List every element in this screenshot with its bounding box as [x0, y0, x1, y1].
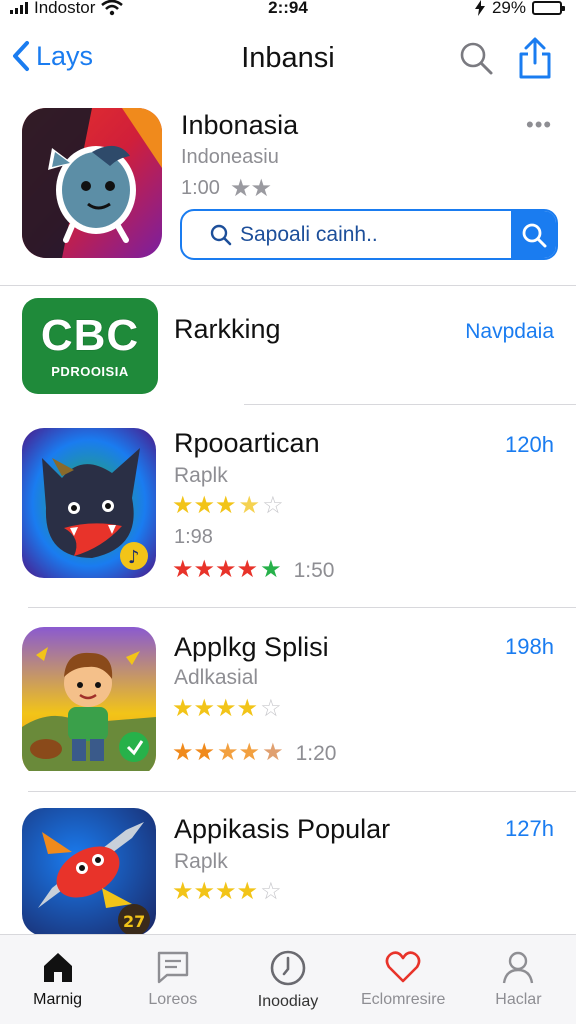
divider — [28, 791, 576, 792]
status-bar: Indostor 2::94 29% — [0, 0, 576, 20]
profile-icon — [503, 951, 534, 984]
divider — [28, 607, 576, 608]
app-subtitle: Raplk — [174, 850, 228, 873]
ranking-logo[interactable]: CBC PDROOISIA — [22, 298, 158, 394]
boy-illustration-icon — [22, 627, 156, 771]
app-subtitle: Raplk — [174, 464, 228, 487]
tab-favorites[interactable]: Eclomresire — [346, 935, 461, 1024]
app-secondary-rating-value: 1:20 — [295, 741, 337, 765]
app-icon[interactable]: ♪ — [22, 428, 156, 578]
divider — [244, 404, 576, 405]
app-rating-stars: ★★★★☆ — [172, 878, 282, 905]
featured-app-icon[interactable] — [22, 108, 162, 258]
app-secondary-rating: ★★ ★★ ★ 1:20 — [172, 739, 337, 766]
featured-rating-stars: ★★ — [229, 175, 272, 202]
creature-illustration-icon — [22, 108, 162, 258]
ranking-logo-subtext: PDROOISIA — [51, 363, 129, 379]
app-icon[interactable] — [22, 627, 156, 777]
featured-app-subtitle: Indoneasiu — [181, 146, 279, 168]
tab-home[interactable]: Marnig — [0, 935, 115, 1024]
tab-label: Eclomresire — [360, 991, 446, 1008]
heart-icon — [385, 951, 421, 983]
tab-recent[interactable]: Inoodiay — [230, 935, 345, 1024]
app-secondary-rating: ★★★★ ★ 1:50 — [172, 556, 335, 583]
ranking-link[interactable]: Navpdaia — [465, 320, 554, 344]
share-icon[interactable] — [516, 36, 554, 80]
tab-label: Marnig — [33, 991, 83, 1008]
search-icon — [522, 223, 546, 247]
divider — [0, 285, 576, 286]
search-field-icon — [210, 224, 232, 246]
rocket-illustration-icon: 27 — [22, 808, 156, 936]
featured-app-meta: 1:00 ★★ — [181, 174, 272, 203]
svg-text:27: 27 — [123, 912, 145, 931]
tab-bar: Marnig Loreos Inoodiay Eclomresire Hacla… — [0, 934, 576, 1024]
app-rating-stars: ★★★★☆ — [172, 695, 282, 722]
battery-icon — [532, 1, 565, 15]
app-size: 198h — [505, 634, 554, 659]
app-title[interactable]: Applkg Splisi — [174, 632, 329, 663]
featured-app-name[interactable]: Inbonasia — [181, 110, 298, 141]
app-rating-text: 1:98 — [174, 526, 213, 548]
more-options-icon[interactable]: ••• — [526, 112, 552, 138]
search-submit-button[interactable] — [511, 211, 556, 258]
status-right: 29% — [474, 0, 565, 18]
app-subtitle: Adlkasial — [174, 666, 259, 689]
message-icon — [157, 951, 188, 984]
app-size: 127h — [505, 816, 554, 841]
clock-icon — [270, 950, 306, 986]
ranking-logo-text: CBC — [40, 310, 140, 360]
tab-label: Inoodiay — [257, 993, 319, 1010]
nav-bar: Lays Inbansi — [0, 36, 576, 86]
app-icon[interactable]: 27 — [22, 808, 156, 936]
tab-profile[interactable]: Haclar — [461, 935, 576, 1024]
monster-illustration-icon: ♪ — [22, 428, 156, 578]
app-rating-stars: ★★★★☆ — [172, 492, 284, 519]
tab-label: Loreos — [148, 991, 198, 1008]
battery-percent: 29% — [491, 0, 526, 17]
tab-label: Haclar — [495, 991, 542, 1008]
tab-messages[interactable]: Loreos — [115, 935, 230, 1024]
featured-meta-value: 1:00 — [181, 177, 220, 199]
app-size: 120h — [505, 432, 554, 457]
search-bar — [180, 209, 558, 260]
app-title[interactable]: Appikasis Popular — [174, 814, 390, 845]
charging-icon — [474, 0, 485, 16]
search-icon[interactable] — [458, 40, 494, 76]
ranking-title: Rarkking — [174, 314, 281, 344]
home-icon — [43, 953, 72, 982]
app-secondary-rating-value: 1:50 — [293, 558, 335, 582]
svg-text:♪: ♪ — [128, 547, 140, 568]
app-title[interactable]: Rpooartican — [174, 428, 320, 459]
